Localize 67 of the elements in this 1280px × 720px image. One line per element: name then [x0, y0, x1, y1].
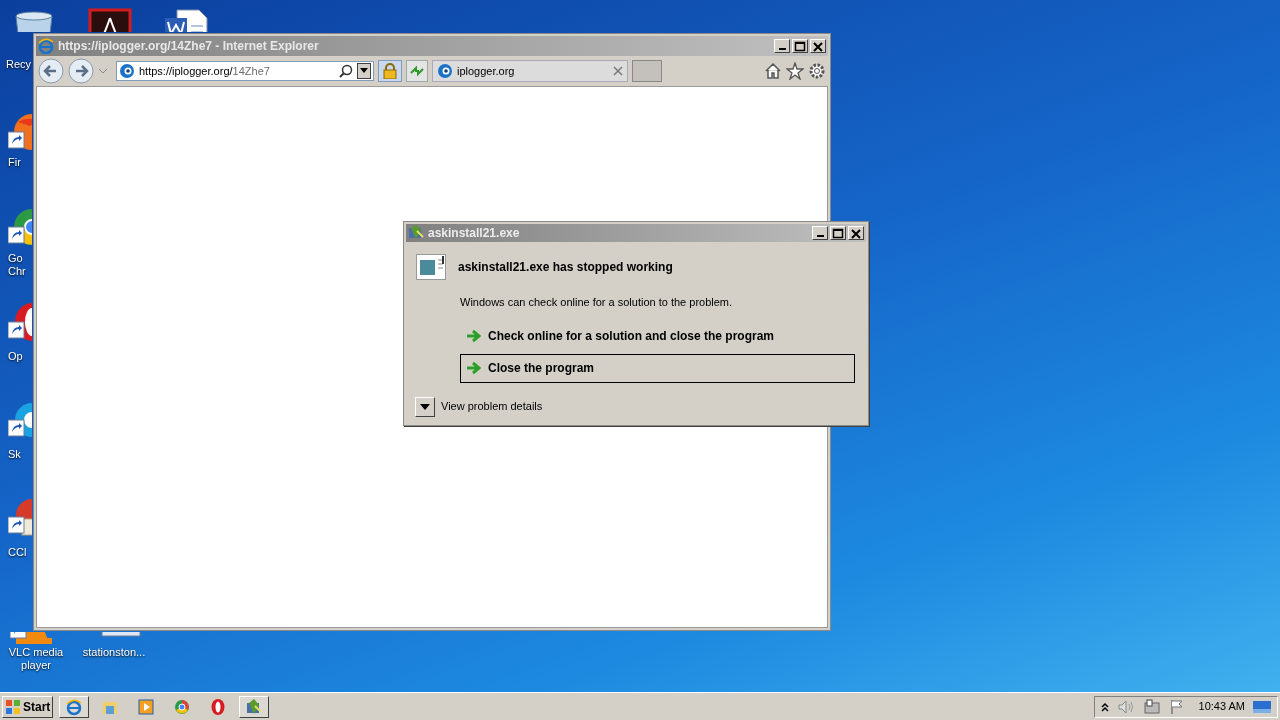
window-title: https://iplogger.org/14Zhe7 - Internet Explorer	[58, 38, 320, 55]
maximize-icon	[831, 226, 845, 240]
minimize-button[interactable]	[812, 226, 828, 240]
caret-icon	[360, 68, 368, 74]
details-label: View problem details	[441, 399, 543, 415]
close-icon	[811, 39, 825, 53]
program-icon	[408, 225, 424, 241]
maximize-icon	[793, 39, 807, 53]
address-dropdown-button[interactable]	[357, 63, 371, 79]
start-button[interactable]: Start	[2, 695, 54, 718]
maximize-button[interactable]	[830, 226, 846, 240]
dialog-title: askinstall21.exe	[428, 225, 521, 242]
maximize-button[interactable]	[792, 39, 808, 53]
dialog-heading: askinstall21.exe has stopped working	[458, 259, 673, 276]
eye-logo-icon	[437, 63, 453, 79]
address-text: https://iplogger.org/14Zhe7	[139, 63, 271, 79]
minimize-button[interactable]	[774, 39, 790, 53]
star-icon[interactable]	[786, 62, 804, 80]
icon-label: Fir	[8, 156, 21, 169]
dialog-option[interactable]: Close the program	[460, 353, 855, 383]
compatibility-button[interactable]	[406, 60, 428, 82]
address-field[interactable]: https://iplogger.org/14Zhe7	[116, 61, 374, 81]
chevron-up-icon[interactable]	[1100, 701, 1109, 712]
icon-label: stationston...	[81, 646, 147, 659]
chrome-circle-icon	[173, 697, 192, 716]
arrows-icon	[409, 64, 425, 78]
icon-label: CCl	[8, 546, 27, 559]
speaker-icon[interactable]	[1116, 698, 1135, 715]
windows-logo-icon	[5, 698, 21, 715]
caret-icon	[420, 403, 430, 410]
icon-label: Op	[8, 350, 23, 363]
home-icon[interactable]	[764, 62, 782, 80]
ie-logo-icon	[65, 697, 84, 716]
close-icon	[849, 226, 863, 240]
network-icon[interactable]	[1142, 698, 1161, 715]
minimize-icon	[778, 48, 786, 50]
expand-button[interactable]	[415, 396, 435, 417]
taskbar-button[interactable]	[239, 695, 270, 718]
padlock-icon	[383, 63, 397, 79]
forward-button[interactable]	[68, 58, 94, 84]
lock-button[interactable]	[378, 60, 402, 82]
clock: 10:43 AM	[1198, 699, 1245, 715]
browser-tab[interactable]: iplogger.org	[432, 60, 628, 82]
dialog-message: Windows can check online for a solution to the problem.	[460, 295, 734, 310]
settings-icon[interactable]	[808, 62, 826, 80]
close-button[interactable]	[848, 226, 864, 240]
flag-icon[interactable]	[1168, 698, 1185, 715]
pdf-file-icon[interactable]	[88, 8, 134, 32]
search-icon[interactable]	[339, 64, 353, 78]
arrow-icon	[466, 328, 482, 343]
icon-label: Sk	[8, 448, 21, 461]
program-window-icon	[416, 254, 446, 280]
taskbar-button[interactable]	[59, 695, 90, 718]
close-button[interactable]	[810, 39, 826, 53]
minimize-icon	[816, 235, 824, 237]
program-icon	[245, 697, 264, 716]
eye-logo-icon	[119, 63, 135, 79]
dialog-option[interactable]: Check online for a solution and close the program	[460, 324, 855, 347]
icon-label: Recy	[6, 58, 32, 71]
icon-label: VLC media player	[7, 646, 65, 672]
back-button[interactable]	[38, 58, 64, 84]
arrow-icon	[466, 361, 482, 375]
icon-label: Go Chr	[8, 252, 26, 278]
show-desktop-icon[interactable]	[1253, 699, 1271, 714]
ie-logo-icon	[38, 38, 54, 54]
play-icon	[137, 697, 156, 716]
close-icon[interactable]	[613, 66, 623, 76]
